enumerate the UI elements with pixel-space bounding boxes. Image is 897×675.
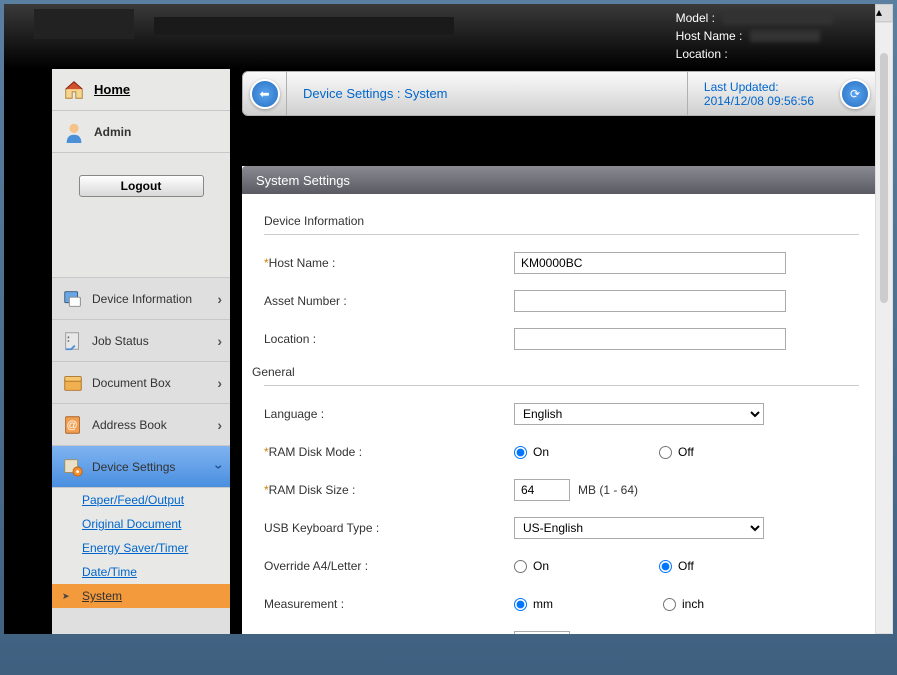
sidebar-item-label: Job Status	[92, 334, 149, 348]
sub-date-time[interactable]: Date/Time	[52, 560, 230, 584]
arrow-left-icon: ⬅	[250, 79, 280, 109]
sidebar-home[interactable]: Home	[52, 69, 230, 111]
on-label: On	[533, 445, 549, 459]
chevron-down-icon: ›	[212, 464, 228, 469]
asset-number-input[interactable]	[514, 290, 786, 312]
asset-number-label: Asset Number :	[264, 294, 347, 308]
language-label: Language :	[264, 407, 324, 421]
location-label: Location :	[676, 45, 728, 63]
location-input[interactable]	[514, 328, 786, 350]
header-bar: Model : Host Name : Location :	[4, 4, 893, 69]
usb-keyboard-label: USB Keyboard Type :	[264, 521, 379, 535]
panel-title: System Settings	[242, 166, 881, 194]
location-field-label: Location :	[264, 332, 316, 346]
sub-paper-feed-output[interactable]: Paper/Feed/Output	[52, 488, 230, 512]
sidebar-item-label: Document Box	[92, 376, 171, 390]
device-info-icon	[62, 288, 84, 310]
sidebar-admin: Admin	[52, 111, 230, 153]
sidebar: Home Admin Logout Device Information	[52, 69, 230, 634]
breadcrumb-text: Device Settings : System	[287, 86, 687, 101]
on-label: On	[533, 559, 549, 573]
sidebar-item-device-information[interactable]: Device Information ›	[52, 278, 230, 320]
refresh-button[interactable]: ⟳	[830, 79, 880, 109]
ram-disk-size-label: RAM Disk Size :	[269, 483, 356, 497]
brand-title	[154, 17, 454, 35]
logout-button[interactable]: Logout	[79, 175, 204, 197]
chevron-right-icon: ›	[217, 375, 222, 391]
override-on-radio[interactable]	[514, 560, 527, 573]
device-summary: Model : Host Name : Location :	[676, 9, 863, 63]
sub-original-document[interactable]: Original Document	[52, 512, 230, 536]
last-updated: Last Updated: 2014/12/08 09:56:56	[687, 72, 830, 115]
measurement-mm-radio[interactable]	[514, 598, 527, 611]
hostname-value-redacted	[750, 30, 820, 42]
home-icon	[62, 78, 86, 102]
document-box-icon	[62, 372, 84, 394]
user-icon	[62, 120, 86, 144]
off-label: Off	[678, 445, 694, 459]
settings-panel: System Settings Device Information *Host…	[242, 166, 881, 634]
sidebar-item-label: Device Information	[92, 292, 192, 306]
host-name-input[interactable]	[514, 252, 786, 274]
ram-disk-size-input[interactable]	[514, 479, 570, 501]
preset-limit-input[interactable]	[514, 631, 570, 634]
sub-energy-saver-timer[interactable]: Energy Saver/Timer	[52, 536, 230, 560]
sidebar-item-label: Address Book	[92, 418, 167, 432]
divider	[264, 385, 859, 386]
breadcrumb-bar: ⬅ Device Settings : System Last Updated:…	[242, 71, 881, 116]
home-link[interactable]: Home	[94, 82, 130, 97]
scrollbar-vertical[interactable]	[875, 22, 893, 634]
measurement-label: Measurement :	[264, 597, 344, 611]
scroll-up-arrow[interactable]: ▴	[875, 4, 893, 22]
ram-mode-on-radio[interactable]	[514, 446, 527, 459]
last-updated-label: Last Updated:	[704, 80, 814, 94]
section-general: General	[252, 365, 859, 379]
chevron-right-icon: ›	[217, 291, 222, 307]
divider	[264, 234, 859, 235]
chevron-right-icon: ›	[217, 333, 222, 349]
sidebar-item-label: Device Settings	[92, 460, 175, 474]
svg-text:@: @	[66, 419, 77, 431]
off-label: Off	[678, 559, 694, 573]
ram-disk-size-hint: MB (1 - 64)	[578, 483, 638, 497]
section-device-information: Device Information	[264, 214, 859, 228]
job-status-icon	[62, 330, 84, 352]
measurement-inch-radio[interactable]	[663, 598, 676, 611]
override-a4-letter-label: Override A4/Letter :	[264, 559, 368, 573]
ram-disk-mode-label: RAM Disk Mode :	[269, 445, 362, 459]
sidebar-item-device-settings[interactable]: Device Settings ›	[52, 446, 230, 488]
device-settings-icon	[62, 456, 84, 478]
host-name-label: Host Name :	[269, 256, 336, 270]
back-button[interactable]: ⬅	[243, 72, 287, 115]
model-value-redacted	[723, 12, 833, 24]
last-updated-value: 2014/12/08 09:56:56	[704, 94, 814, 108]
sub-system[interactable]: System	[52, 584, 230, 608]
hostname-label: Host Name :	[676, 27, 743, 45]
address-book-icon: @	[62, 414, 84, 436]
inch-label: inch	[682, 597, 704, 611]
model-label: Model :	[676, 9, 715, 27]
admin-label: Admin	[94, 125, 131, 139]
language-select[interactable]: English	[514, 403, 764, 425]
main-panel: ⬅ Device Settings : System Last Updated:…	[242, 69, 881, 634]
ram-mode-off-radio[interactable]	[659, 446, 672, 459]
mm-label: mm	[533, 597, 553, 611]
chevron-right-icon: ›	[217, 417, 222, 433]
sidebar-item-job-status[interactable]: Job Status ›	[52, 320, 230, 362]
sidebar-item-address-book[interactable]: @ Address Book ›	[52, 404, 230, 446]
sidebar-item-document-box[interactable]: Document Box ›	[52, 362, 230, 404]
refresh-icon: ⟳	[840, 79, 870, 109]
device-settings-submenu: Paper/Feed/Output Original Document Ener…	[52, 488, 230, 608]
override-off-radio[interactable]	[659, 560, 672, 573]
usb-keyboard-select[interactable]: US-English	[514, 517, 764, 539]
brand-logo	[34, 9, 134, 39]
